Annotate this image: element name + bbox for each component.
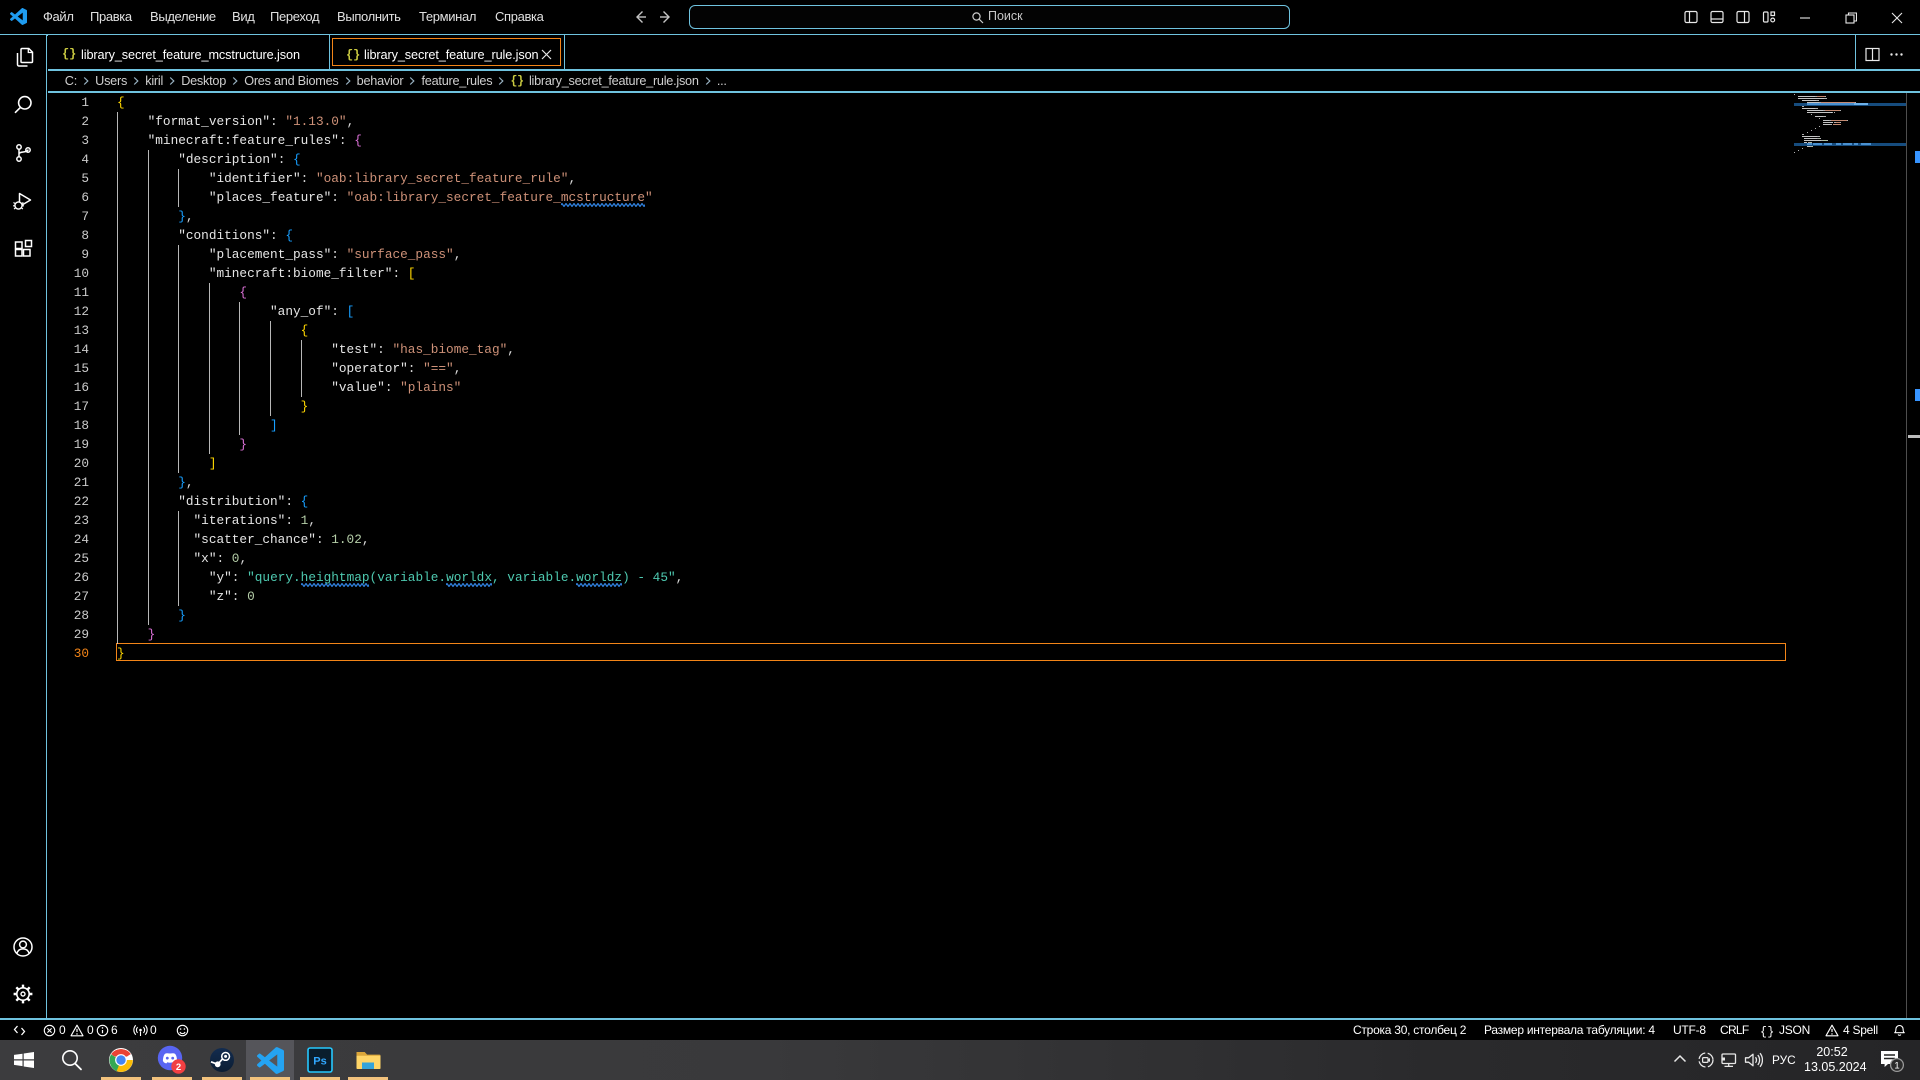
svg-text:Ps: Ps — [313, 1056, 326, 1068]
svg-text:1: 1 — [1894, 1060, 1899, 1071]
svg-text:2: 2 — [176, 1062, 181, 1073]
